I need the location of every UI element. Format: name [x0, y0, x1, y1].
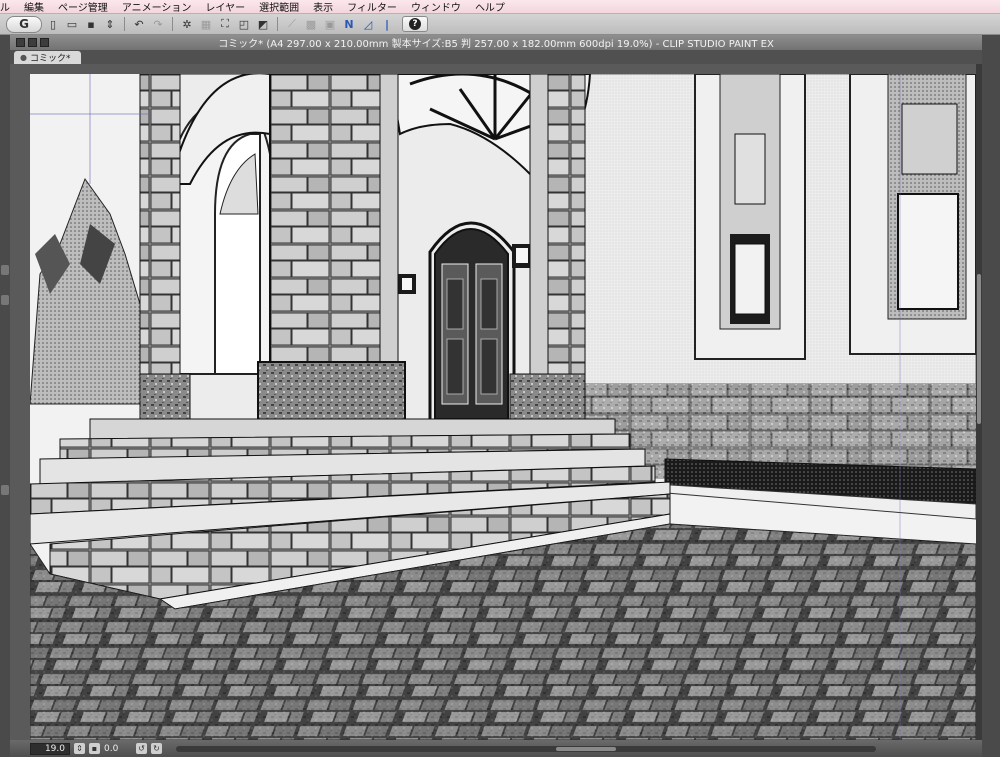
panel-handle-icon[interactable]: [1, 485, 9, 495]
toolbar-divider: [172, 17, 173, 31]
rotate-right-icon[interactable]: ↻: [151, 743, 162, 754]
fit-window-icon[interactable]: ▪: [89, 743, 100, 754]
toolbar-divider: [124, 17, 125, 31]
snap-special-ruler-icon[interactable]: ⟋: [284, 17, 300, 32]
tab-bullet-icon: ●: [20, 53, 27, 62]
clip-studio-logo-icon[interactable]: G: [6, 15, 42, 33]
zoom-stepper-icon[interactable]: ⇕: [74, 743, 85, 754]
fill-selection-icon[interactable]: ▦: [198, 17, 214, 32]
menu-filter[interactable]: フィルター: [340, 0, 404, 13]
help-icon: ?: [409, 18, 421, 30]
menu-window[interactable]: ウィンドウ: [404, 0, 468, 13]
drawing-canvas[interactable]: [30, 74, 976, 740]
document-tab-label: コミック*: [29, 54, 71, 64]
menu-bar: ル 編集 ページ管理 アニメーション レイヤー 選択範囲 表示 フィルター ウィ…: [0, 0, 1000, 14]
menu-page[interactable]: ページ管理: [51, 0, 115, 13]
new-file-icon[interactable]: ▯: [45, 17, 61, 32]
window-controls: [16, 38, 49, 47]
menu-selection[interactable]: 選択範囲: [252, 0, 306, 13]
wall-lantern-left: [398, 274, 416, 294]
zoom-field[interactable]: 19.0: [30, 742, 70, 755]
maximize-window-icon[interactable]: [40, 38, 49, 47]
close-window-icon[interactable]: [16, 38, 25, 47]
fill-icon[interactable]: ◩: [255, 17, 271, 32]
document-tab-bar: ● コミック*: [10, 50, 982, 64]
menu-help[interactable]: ヘルプ: [468, 0, 512, 13]
left-panel-edge: [0, 35, 10, 757]
menu-file[interactable]: ル: [0, 0, 17, 13]
redo-icon[interactable]: ↷: [150, 17, 166, 32]
panel-handle-icon[interactable]: [1, 265, 9, 275]
vertical-scrollbar[interactable]: [976, 64, 982, 740]
help-button[interactable]: ?: [402, 16, 428, 32]
snap-line-icon[interactable]: N: [341, 17, 357, 32]
snap-perspective-icon[interactable]: |: [379, 17, 395, 32]
document-title: コミック* (A4 297.00 x 210.00mm 製本サイズ:B5 判 2…: [218, 39, 774, 50]
horizontal-scrollbar[interactable]: [176, 745, 876, 752]
canvas-area: [10, 64, 982, 740]
panel-handle-icon[interactable]: [1, 295, 9, 305]
document-tab[interactable]: ● コミック*: [14, 51, 81, 64]
snap-grid-icon[interactable]: ▩: [303, 17, 319, 32]
vertical-scroll-thumb[interactable]: [977, 274, 981, 424]
rotation-angle-field[interactable]: 0.0: [104, 744, 132, 754]
menu-animation[interactable]: アニメーション: [115, 0, 199, 13]
menu-layer[interactable]: レイヤー: [198, 0, 252, 13]
perspective-ruler-icon[interactable]: ◿: [360, 17, 376, 32]
manga-artwork: [30, 74, 976, 740]
save-options-icon[interactable]: ⇕: [102, 17, 118, 32]
deselect-icon[interactable]: ◰: [236, 17, 252, 32]
rotate-left-icon[interactable]: ↺: [136, 743, 147, 754]
minimize-window-icon[interactable]: [28, 38, 37, 47]
menu-view[interactable]: 表示: [306, 0, 340, 13]
right-panel-edge: [982, 35, 1000, 757]
open-file-icon[interactable]: ▭: [64, 17, 80, 32]
navigator-statusbar: 19.0 ⇕ ▪ 0.0 ↺ ↻: [10, 740, 982, 757]
undo-icon[interactable]: ↶: [131, 17, 147, 32]
command-bar: G ▯ ▭ ▪ ⇕ ↶ ↷ ✲ ▦ ⛶ ◰ ◩ ⟋ ▩ ▣ N ◿ | ?: [0, 14, 1000, 35]
save-icon[interactable]: ▪: [83, 17, 99, 32]
transform-icon[interactable]: ⛶: [217, 17, 233, 32]
horizontal-scroll-thumb[interactable]: [556, 746, 616, 751]
snap-ruler-icon[interactable]: ▣: [322, 17, 338, 32]
clear-icon[interactable]: ✲: [179, 17, 195, 32]
document-titlebar: コミック* (A4 297.00 x 210.00mm 製本サイズ:B5 判 2…: [10, 35, 982, 50]
toolbar-divider: [277, 17, 278, 31]
menu-edit[interactable]: 編集: [17, 0, 51, 13]
wall-lantern-right: [512, 244, 532, 268]
